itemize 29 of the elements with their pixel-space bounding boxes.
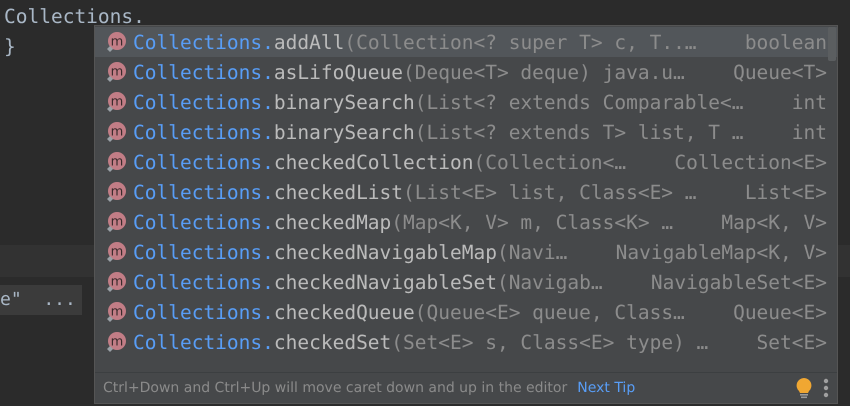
code-line: Collections. (4, 4, 145, 30)
method-icon: m (105, 271, 127, 293)
code-line: } (4, 34, 16, 60)
method-icon: m (105, 181, 127, 203)
method-icon: m (105, 31, 127, 53)
completion-item[interactable]: m Collections.checkedCollection(Collection<… Collection<E> (95, 147, 837, 177)
method-icon: m (105, 61, 127, 83)
completion-item[interactable]: m Collections.checkedQueue(Queue<E> queue, Class… Queue<E> (95, 297, 837, 327)
method-icon: m (105, 241, 127, 263)
method-icon: m (105, 151, 127, 173)
lightbulb-icon[interactable] (795, 377, 813, 399)
completion-item[interactable]: m Collections.asLifoQueue(Deque<T> deque) java.u… Queue<T> (95, 57, 837, 87)
method-icon: m (105, 211, 127, 233)
completion-item[interactable]: m Collections.binarySearch(List<? extends T> list, T … int (95, 117, 837, 147)
next-tip-link[interactable]: Next Tip (577, 380, 636, 396)
completion-item[interactable]: m Collections.checkedNavigableMap(Navi… NavigableMap<K, V> (95, 237, 837, 267)
method-icon: m (105, 331, 127, 353)
method-icon: m (105, 121, 127, 143)
method-icon: m (105, 91, 127, 113)
completion-item[interactable]: m Collections.checkedSet(Set<E> s, Class<E> type) … Set<E> (95, 327, 837, 357)
tip-text: Ctrl+Down and Ctrl+Up will move caret down and up in the editor (103, 380, 568, 396)
completion-item[interactable]: m Collections.binarySearch(List<? extends Comparable<… int (95, 87, 837, 117)
method-icon: m (105, 301, 127, 323)
completion-item[interactable]: m Collections.checkedMap(Map<K, V> m, Class<K> … Map<K, V> (95, 207, 837, 237)
more-icon[interactable] (823, 378, 829, 398)
completion-item[interactable]: m Collections.checkedList(List<E> list, Class<E> … List<E> (95, 177, 837, 207)
completion-item[interactable]: m Collections.addAll(Collection<? super T> c, T..… boolean (95, 27, 837, 57)
completion-item[interactable]: m Collections.checkedNavigableSet(Navigab… NavigableSet<E> (95, 267, 837, 297)
folded-code: e" ... (0, 285, 82, 315)
